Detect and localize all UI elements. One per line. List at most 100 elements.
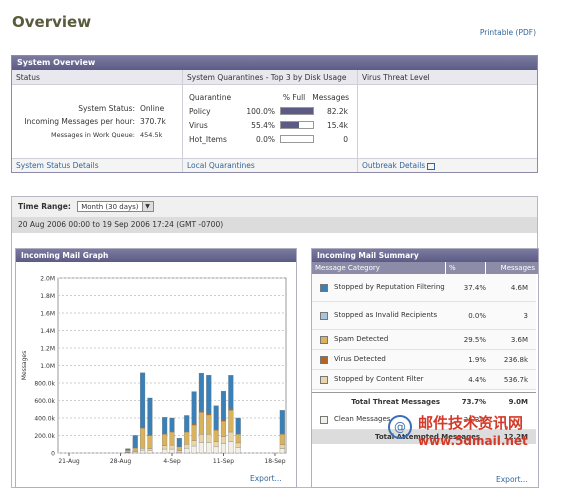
external-link-icon[interactable] <box>427 162 436 170</box>
bar-segment <box>235 417 241 434</box>
category-label: Spam Detected <box>334 335 389 343</box>
bar-segment <box>235 442 241 448</box>
system-status-row: System Status: Online <box>78 104 174 113</box>
category-messages: 3.6M <box>510 335 528 344</box>
bar-segment <box>228 408 234 411</box>
bar-segment <box>132 447 138 452</box>
system-status-value: Online <box>140 104 165 113</box>
chevron-down-icon[interactable]: ▼ <box>141 202 153 211</box>
graph-export-link[interactable]: Export... <box>250 474 282 483</box>
summary-export-link[interactable]: Export... <box>496 475 528 484</box>
work-queue-value: 454.5k <box>140 131 163 139</box>
bar-segment <box>147 448 153 451</box>
quarantines-column: System Quarantines - Top 3 by Disk Usage… <box>183 70 358 172</box>
quarantine-name[interactable]: Virus <box>189 121 245 130</box>
work-queue-label: Messages in Work Queue: <box>50 131 135 139</box>
status-heading: Status <box>12 70 182 85</box>
bar-segment <box>140 450 146 454</box>
category-messages: 536.7k <box>503 375 528 384</box>
y-tick-label: 1.8M <box>40 293 55 300</box>
incoming-mail-graph-panel: Incoming Mail Graph 0 200.0k 400.0k 600.0k 8… <box>15 248 297 488</box>
x-tick-label: 21-Aug <box>58 458 80 465</box>
bar-segment <box>198 412 204 435</box>
pct-col-header: % <box>446 262 486 274</box>
bar-segment <box>162 448 168 454</box>
x-tick-label: 28-Aug <box>110 458 132 465</box>
bar-segment <box>147 450 153 454</box>
y-tick-label: 200.0k <box>34 433 55 440</box>
quarantine-table: Quarantine % Full Messages Policy 100.0%… <box>189 90 349 146</box>
category-color-swatch <box>320 415 328 424</box>
bar-segment <box>220 420 227 437</box>
y-tick-label: 1.0M <box>40 363 55 370</box>
bar-segment <box>147 435 153 449</box>
bar-segment <box>169 417 175 432</box>
bar-segment <box>279 410 285 434</box>
incoming-mail-chart: 0 200.0k 400.0k 600.0k 800.0k 1.0M 1.2M 1.4M 1.6… <box>21 276 287 465</box>
outbreak-details-link[interactable]: Outbreak Details <box>358 158 537 172</box>
bar-segment <box>235 447 241 454</box>
bar-segment <box>198 410 204 413</box>
bar-segment <box>198 372 204 411</box>
bar-segment <box>279 434 285 445</box>
category-pct: 0.0% <box>468 311 486 320</box>
category-pct: 29.5% <box>463 335 486 344</box>
quarantine-fill-bar <box>280 135 314 143</box>
bar-segment <box>206 434 212 443</box>
quarantine-name[interactable]: Hot_Items <box>189 135 245 144</box>
category-color-swatch <box>320 375 328 384</box>
outbreak-details-label[interactable]: Outbreak Details <box>362 161 425 170</box>
page-title: Overview <box>12 13 92 31</box>
bar-segment <box>213 405 219 430</box>
bar-segment <box>132 435 138 448</box>
y-axis-label: Messages <box>21 351 28 380</box>
bar-segment <box>228 441 234 454</box>
date-span: 20 Aug 2006 00:00 to 19 Sep 2006 17:24 (… <box>12 217 537 233</box>
category-color-swatch <box>320 335 328 344</box>
quarantine-row[interactable]: Virus 55.4% 15.4k <box>189 118 349 132</box>
quarantine-messages: 82.2k <box>326 106 348 116</box>
category-col-header: Message Category <box>312 262 446 274</box>
local-quarantines-link[interactable]: Local Quarantines <box>183 158 357 172</box>
system-overview-header: System Overview <box>12 56 537 70</box>
bar-segment <box>206 414 212 435</box>
bar-segment <box>176 450 182 453</box>
bar-segment <box>220 436 227 444</box>
bar-segment <box>140 427 146 449</box>
quarantines-heading: System Quarantines - Top 3 by Disk Usage <box>183 70 357 85</box>
y-tick-label: 1.2M <box>40 346 55 353</box>
quarantine-header-row: Quarantine % Full Messages <box>189 90 349 104</box>
bar-segment <box>220 390 227 421</box>
svg-text:邮件技术资讯网: 邮件技术资讯网 <box>418 414 523 432</box>
graph-title: Incoming Mail Graph <box>16 249 296 262</box>
bar-segment <box>162 417 168 434</box>
category-label: Stopped by Reputation Filtering <box>334 283 445 291</box>
bar-segment <box>213 446 219 454</box>
summary-title: Incoming Mail Summary <box>312 249 538 262</box>
bar-segment <box>198 434 204 443</box>
quarantine-row[interactable]: Policy 100.0% 82.2k <box>189 104 349 118</box>
printable-pdf-link[interactable]: Printable (PDF) <box>480 28 536 37</box>
svg-text:www.5dmail.net: www.5dmail.net <box>418 434 528 448</box>
bar-segment <box>191 424 197 441</box>
time-range-selected[interactable]: Month (30 days) <box>81 203 138 211</box>
y-tick-label: 0 <box>51 451 55 458</box>
system-status-details-link[interactable]: System Status Details <box>12 158 182 172</box>
x-tick-label: 4-Sep <box>163 458 180 465</box>
bar-segment <box>213 441 219 448</box>
category-pct: 1.9% <box>468 355 486 364</box>
incoming-rate-label: Incoming Messages per hour: <box>24 117 135 126</box>
bar-segment <box>169 431 175 446</box>
bar-segment <box>220 443 227 454</box>
bar-segment <box>132 451 138 454</box>
bar-segment <box>198 442 204 454</box>
bar-segment <box>140 372 146 428</box>
bar-segment <box>191 445 197 454</box>
quarantine-row[interactable]: Hot_Items 0.0% 0 <box>189 132 349 146</box>
category-pct: 37.4% <box>463 283 486 292</box>
category-color-swatch <box>320 311 328 320</box>
time-range-select[interactable]: Month (30 days) ▼ <box>77 201 154 212</box>
quarantine-name[interactable]: Policy <box>189 107 245 116</box>
bar-segment <box>184 431 190 445</box>
bar-segment <box>162 434 168 446</box>
